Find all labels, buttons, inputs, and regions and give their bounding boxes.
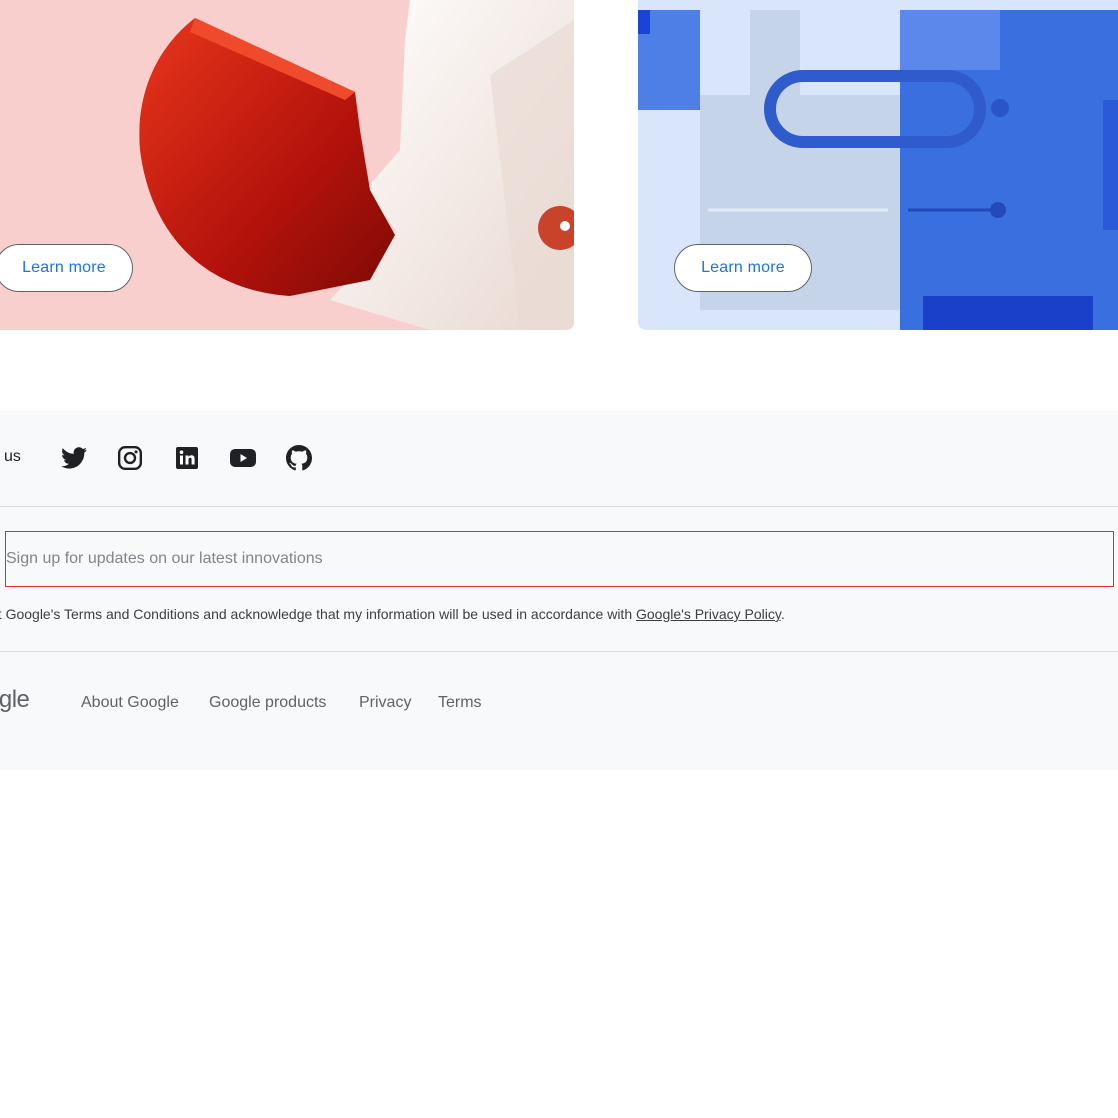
footer: w us pt Google's Terms and Conditions an… [0,410,1118,770]
linkedin-icon[interactable] [174,445,200,471]
follow-us-label: w us [0,448,21,465]
footer-link-privacy[interactable]: Privacy [359,694,411,712]
consent-text: pt Google's Terms and Conditions and ack… [0,606,785,622]
youtube-icon[interactable] [230,445,256,471]
learn-more-button-left[interactable]: Learn more [0,244,133,292]
footer-divider [0,651,1118,652]
footer-link-google-products[interactable]: Google products [209,694,326,712]
footer-link-terms[interactable]: Terms [438,694,482,712]
learn-more-button-right[interactable]: Learn more [674,244,812,292]
promo-card-right: Learn more [638,0,1118,330]
footer-link-about-google[interactable]: About Google [81,694,179,712]
instagram-icon[interactable] [117,445,143,471]
twitter-icon[interactable] [61,445,87,471]
github-icon[interactable] [286,445,312,471]
privacy-policy-link[interactable]: Google's Privacy Policy [636,606,781,622]
signup-email-input[interactable] [5,531,1114,587]
follow-us-row: w us [0,410,1118,507]
google-logo[interactable]: ogle [0,686,30,714]
promo-card-left: Learn more [0,0,574,330]
consent-suffix: . [780,606,785,622]
consent-prefix: pt Google's Terms and Conditions and ack… [0,606,636,622]
